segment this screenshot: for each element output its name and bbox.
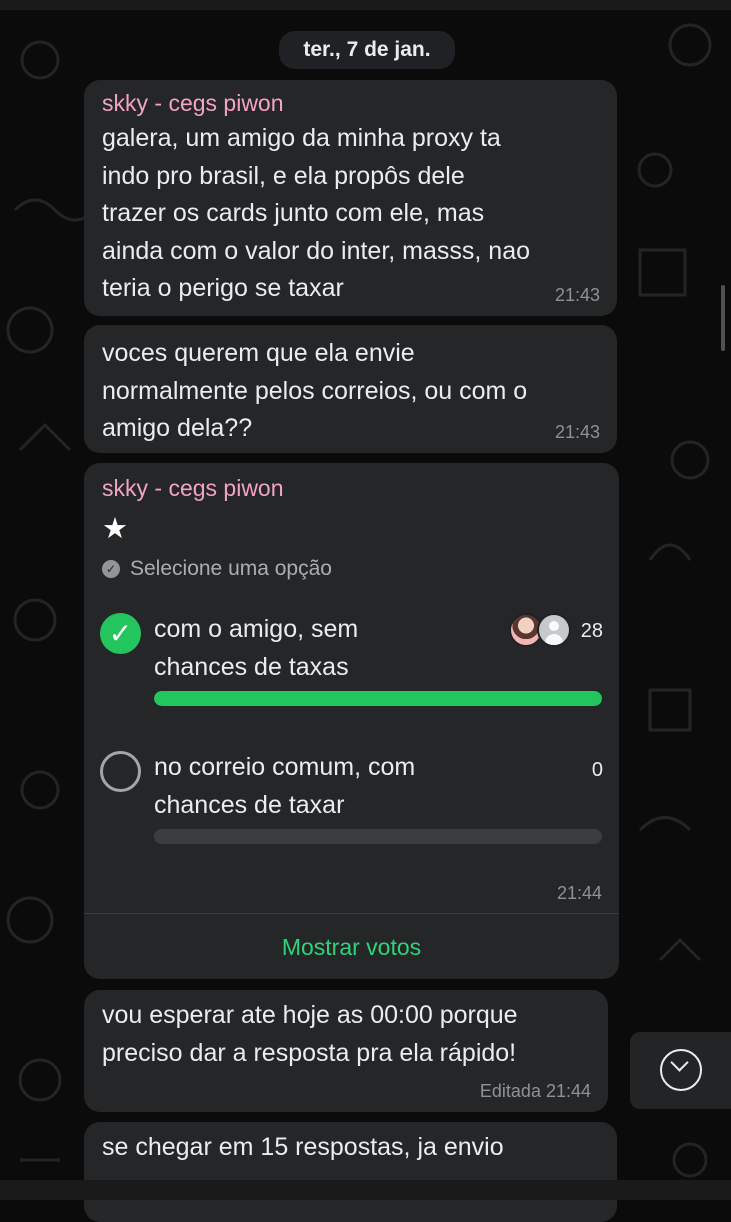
avatar-placeholder-icon: [537, 613, 571, 647]
vote-count: 28: [580, 620, 603, 642]
voter-avatars: [509, 613, 573, 647]
divider: [84, 913, 619, 914]
message-time: Editada 21:44: [479, 1081, 591, 1101]
poll-option-text: no correio comum, com chances de taxar: [154, 753, 416, 819]
vote-progress-bar: [154, 829, 602, 844]
show-votes-button[interactable]: Mostrar votos: [84, 934, 619, 961]
sender-name[interactable]: skky - cegs piwon: [102, 475, 284, 502]
poll-option-text: com o amigo, sem chances de taxas: [154, 615, 359, 681]
vote-progress-fill: [154, 691, 602, 706]
checked-circle-icon[interactable]: ✓: [100, 613, 141, 654]
message-text: vou esperar ate hoje as 00:00 porque pre…: [102, 1001, 518, 1067]
message-text: voces querem que ela envie normalmente p…: [102, 339, 528, 442]
vote-progress-bar: [154, 691, 602, 706]
check-circle-icon: ✓: [102, 560, 120, 578]
vote-count: 0: [591, 759, 603, 781]
message-time: 21:43: [554, 422, 600, 442]
message-bubble[interactable]: skky - cegs piwon galera, um amigo da mi…: [84, 80, 617, 316]
scroll-down-button[interactable]: [630, 1032, 731, 1109]
date-separator: ter., 7 de jan.: [279, 31, 455, 69]
message-text: se chegar em 15 respostas, ja envio: [102, 1133, 504, 1161]
poll-hint-text: Selecione uma opção: [130, 557, 332, 580]
sender-name[interactable]: skky - cegs piwon: [102, 90, 284, 117]
message-bubble[interactable]: se chegar em 15 respostas, ja envio: [84, 1122, 617, 1222]
bottom-strip: [0, 1180, 731, 1200]
message-text: galera, um amigo da minha proxy ta indo …: [102, 124, 531, 302]
poll-message[interactable]: skky - cegs piwon ★ ✓ Selecione uma opçã…: [84, 463, 619, 979]
empty-circle-icon[interactable]: [100, 751, 141, 792]
poll-hint: ✓ Selecione uma opção: [102, 557, 332, 581]
message-bubble[interactable]: voces querem que ela envie normalmente p…: [84, 325, 617, 453]
scrollbar[interactable]: [721, 285, 725, 351]
message-bubble[interactable]: vou esperar ate hoje as 00:00 porque pre…: [84, 990, 608, 1112]
message-time: 21:43: [554, 285, 600, 305]
poll-question: ★: [102, 513, 128, 545]
message-time: 21:44: [556, 883, 602, 903]
